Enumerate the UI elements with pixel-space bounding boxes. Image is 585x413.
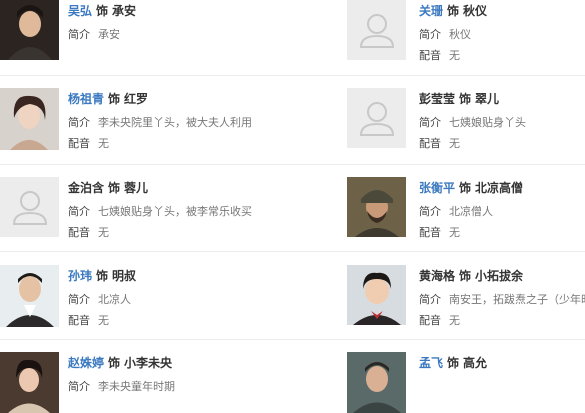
dub-text: 无 <box>449 226 460 239</box>
dub-label: 配音 <box>68 137 90 150</box>
intro-text: 南安王，拓跋焘之子（少年时） <box>449 293 585 306</box>
cast-card: 赵姝婷饰小李未央 简介 李未央童年时期 <box>0 352 292 413</box>
actor-name: 金泊含 <box>68 181 105 195</box>
actor-photo[interactable] <box>347 177 406 237</box>
actor-name-link[interactable]: 吴弘 <box>68 4 92 18</box>
dub-label: 配音 <box>419 314 441 327</box>
cast-row-3: 金泊含饰蓉儿 简介 七姨娘贴身丫头，被李常乐收买 配音无 张衡平饰北凉高僧 简介北… <box>0 177 585 252</box>
actor-name-link[interactable]: 关珊 <box>419 4 443 18</box>
as-label: 饰 <box>108 92 121 106</box>
role-name: 承安 <box>112 4 137 18</box>
cast-row-1: 吴弘饰承安 简介 承安 关珊饰秋仪 简介 秋仪 配音无 <box>0 0 585 76</box>
intro-text: 秋仪 <box>449 28 471 41</box>
intro-label: 简介 <box>68 116 90 129</box>
dub-label: 配音 <box>419 137 441 150</box>
intro-label: 简介 <box>68 205 90 218</box>
as-label: 饰 <box>108 181 121 195</box>
actor-photo[interactable] <box>347 265 406 325</box>
role-name: 小拓拔余 <box>475 269 524 283</box>
as-label: 饰 <box>459 269 472 283</box>
as-label: 饰 <box>96 269 109 283</box>
actor-photo[interactable] <box>347 0 406 60</box>
cast-row-2: 杨祖青饰红罗 简介 李未央院里丫头，被大夫人利用 配音无 彭莹莹饰翠儿 简介 七姨娘… <box>0 88 585 165</box>
actor-photo[interactable] <box>347 88 406 148</box>
dub-label: 配音 <box>68 226 90 239</box>
dub-text: 无 <box>98 137 109 150</box>
intro-text: 七姨娘贴身丫头 <box>449 116 526 129</box>
as-label: 饰 <box>459 92 472 106</box>
as-label: 饰 <box>447 356 460 370</box>
actor-photo[interactable] <box>347 352 406 413</box>
dub-text: 无 <box>449 314 460 327</box>
cast-card: 金泊含饰蓉儿 简介 七姨娘贴身丫头，被李常乐收买 配音无 <box>0 177 292 251</box>
intro-text: 承安 <box>98 28 120 41</box>
actor-photo[interactable] <box>0 352 59 413</box>
cast-card: 张衡平饰北凉高僧 简介 北凉僧人 配音无 <box>347 177 585 251</box>
actor-photo[interactable] <box>0 0 59 60</box>
role-name: 高允 <box>463 356 488 370</box>
cast-row-5: 赵姝婷饰小李未央 简介 李未央童年时期 孟飞饰高允 <box>0 352 585 413</box>
role-name: 蓉儿 <box>124 181 149 195</box>
intro-label: 简介 <box>68 380 90 393</box>
actor-name: 黄海格 <box>419 269 456 283</box>
role-name: 北凉高僧 <box>475 181 524 195</box>
actor-name-link[interactable]: 杨祖青 <box>68 92 104 106</box>
as-label: 饰 <box>459 181 472 195</box>
role-name: 红罗 <box>124 92 149 106</box>
person-placeholder-icon <box>359 102 395 136</box>
intro-text: 七姨娘贴身丫头，被李常乐收买 <box>98 205 252 218</box>
dub-text: 无 <box>449 49 460 62</box>
cast-row-4: 孙玮饰明叔 简介北凉人 配音无 黄海格饰小拓拔余 简介南安王，拓跋焘之子（少年时… <box>0 265 585 340</box>
cast-card: 关珊饰秋仪 简介 秋仪 配音无 <box>347 0 585 75</box>
dub-text: 无 <box>98 314 109 327</box>
actor-name: 彭莹莹 <box>419 92 456 106</box>
intro-label: 简介 <box>419 293 441 306</box>
role-name: 明叔 <box>112 269 137 283</box>
cast-card: 孟飞饰高允 <box>347 352 585 413</box>
intro-label: 简介 <box>68 293 90 306</box>
dub-label: 配音 <box>68 314 90 327</box>
actor-name-link[interactable]: 张衡平 <box>419 181 455 195</box>
role-name: 小李未央 <box>124 356 173 370</box>
dub-text: 无 <box>98 226 109 239</box>
person-placeholder-icon <box>12 191 48 225</box>
intro-label: 简介 <box>68 28 90 41</box>
actor-name-link[interactable]: 孟飞 <box>419 356 443 370</box>
cast-card: 彭莹莹饰翠儿 简介 七姨娘贴身丫头 配音无 <box>347 88 585 164</box>
intro-text: 北凉僧人 <box>449 205 493 218</box>
actor-photo[interactable] <box>0 177 59 237</box>
dub-text: 无 <box>449 137 460 150</box>
intro-label: 简介 <box>419 116 441 129</box>
intro-text: 北凉人 <box>98 293 131 306</box>
cast-card: 孙玮饰明叔 简介 北凉人 配音无 <box>0 265 292 339</box>
actor-photo[interactable] <box>0 88 59 150</box>
cast-card: 吴弘饰承安 简介 承安 <box>0 0 292 75</box>
actor-name-link[interactable]: 孙玮 <box>68 269 92 283</box>
cast-card: 杨祖青饰红罗 简介 李未央院里丫头，被大夫人利用 配音无 <box>0 88 292 164</box>
cast-card: 黄海格饰小拓拔余 简介南安王，拓跋焘之子（少年时） 配音无 <box>347 265 585 339</box>
role-name: 秋仪 <box>463 4 488 18</box>
person-placeholder-icon <box>359 14 395 48</box>
as-label: 饰 <box>108 356 121 370</box>
as-label: 饰 <box>96 4 109 18</box>
intro-label: 简介 <box>419 28 441 41</box>
dub-label: 配音 <box>419 49 441 62</box>
dub-label: 配音 <box>419 226 441 239</box>
role-name: 翠儿 <box>475 92 500 106</box>
as-label: 饰 <box>447 4 460 18</box>
intro-text: 李未央童年时期 <box>98 380 175 393</box>
intro-label: 简介 <box>419 205 441 218</box>
actor-name-link[interactable]: 赵姝婷 <box>68 356 104 370</box>
intro-text: 李未央院里丫头，被大夫人利用 <box>98 116 252 129</box>
actor-photo[interactable] <box>0 265 59 327</box>
